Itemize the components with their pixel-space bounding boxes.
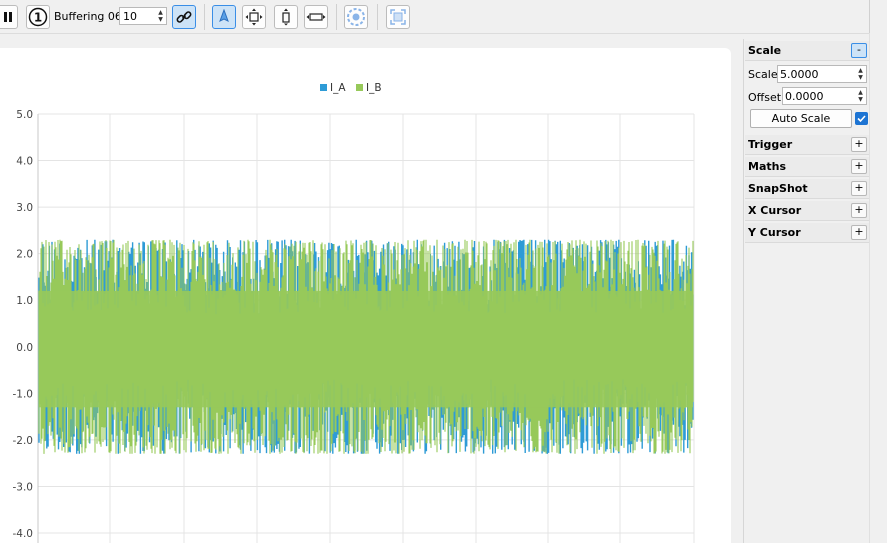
section-y-cursor[interactable]: Y Cursor + [745, 223, 869, 243]
expand-x-cursor-button[interactable]: + [851, 203, 867, 218]
buffering-label: Buffering 06/ [54, 10, 126, 23]
zoom-vertical-icon [282, 8, 290, 26]
stepper-up-icon[interactable]: ▲ [856, 67, 865, 74]
link-icon [176, 11, 192, 23]
section-title: Trigger [748, 138, 793, 151]
zoom-horizontal-icon [306, 13, 326, 21]
buffer-size-value: 10 [123, 10, 137, 23]
y-tick-label: -4.0 [13, 528, 34, 540]
link-button[interactable] [172, 5, 196, 29]
section-scale[interactable]: Scale - [745, 41, 869, 61]
offset-input[interactable]: 0.0000 ▲ ▼ [782, 87, 867, 105]
y-tick-label: 0.0 [16, 342, 33, 354]
stepper-up-icon[interactable]: ▲ [856, 89, 865, 96]
y-tick-label: -1.0 [13, 388, 34, 400]
stepper-down-icon[interactable]: ▼ [156, 16, 165, 23]
expand-y-cursor-button[interactable]: + [851, 225, 867, 240]
svg-text:1: 1 [34, 11, 42, 25]
stepper-up-icon[interactable]: ▲ [156, 9, 165, 16]
zoom-horizontal-button[interactable] [304, 5, 328, 29]
section-title: X Cursor [748, 204, 802, 217]
checkmark-icon [857, 115, 866, 123]
section-title: Y Cursor [748, 226, 801, 239]
y-tick-label: 3.0 [16, 202, 33, 214]
y-tick-label: 5.0 [16, 109, 33, 121]
zoom-all-button[interactable] [242, 5, 266, 29]
expand-trigger-button[interactable]: + [851, 137, 867, 152]
section-title: Maths [748, 160, 787, 173]
panel-divider[interactable] [743, 39, 744, 543]
scale-value: 5.0000 [780, 68, 819, 81]
legend-label: I_B [366, 82, 382, 94]
y-tick-label: 1.0 [16, 295, 33, 307]
expand-snapshot-button[interactable]: + [851, 181, 867, 196]
plot-series [38, 239, 694, 454]
fit-screen-button[interactable] [386, 5, 410, 29]
legend: I_A I_B [320, 82, 382, 94]
zoom-vertical-button[interactable] [274, 5, 298, 29]
section-x-cursor[interactable]: X Cursor + [745, 201, 869, 221]
stepper-down-icon[interactable]: ▼ [856, 74, 865, 81]
pause-button[interactable] [0, 5, 18, 29]
scale-label: Scale [748, 68, 778, 81]
toolbar-separator [377, 4, 378, 30]
record-button[interactable] [344, 5, 368, 29]
toolbar-scrollbar[interactable] [869, 0, 887, 33]
pointer-icon [219, 9, 229, 23]
y-tick-label: 4.0 [16, 156, 33, 168]
scale-stepper[interactable]: ▲ ▼ [856, 67, 865, 81]
settings-panel: Scale - Scale 5.0000 ▲ ▼ Offset 0.0000 ▲… [745, 41, 869, 543]
y-tick-label: -2.0 [13, 435, 34, 447]
legend-swatch [356, 84, 363, 91]
section-snapshot[interactable]: SnapShot + [745, 179, 869, 199]
single-trigger-icon: 1 [28, 7, 48, 27]
legend-swatch [320, 84, 327, 91]
y-tick-label: 2.0 [16, 249, 33, 261]
collapse-scale-button[interactable]: - [851, 43, 867, 58]
y-tick-label: -3.0 [13, 481, 34, 493]
section-maths[interactable]: Maths + [745, 157, 869, 177]
plot-panel[interactable]: 5.0 4.0 3.0 2.0 1.0 0.0 -1.0 -2.0 -3.0 -4.0 I_A I_… [0, 48, 731, 543]
plot-chart[interactable]: 5.04.03.02.01.00.0-1.0-2.0-3.0-4.0 I_A I_… [0, 48, 731, 543]
offset-value: 0.0000 [785, 90, 824, 103]
fit-screen-icon [390, 9, 406, 25]
auto-scale-button[interactable]: Auto Scale [750, 109, 852, 128]
y-axis: 5.0 4.0 3.0 2.0 1.0 0.0 -1.0 -2.0 -3.0 -4.0 [13, 109, 34, 540]
stepper-down-icon[interactable]: ▼ [856, 96, 865, 103]
toolbar: 1 Buffering 06/ 10 ▲ ▼ [0, 0, 887, 34]
pause-icon [4, 12, 12, 22]
pointer-mode-button[interactable] [212, 5, 236, 29]
scale-input[interactable]: 5.0000 ▲ ▼ [777, 65, 867, 83]
section-trigger[interactable]: Trigger + [745, 135, 869, 155]
expand-maths-button[interactable]: + [851, 159, 867, 174]
section-title: SnapShot [748, 182, 808, 195]
zoom-all-icon [245, 8, 263, 26]
series-band [39, 290, 693, 408]
offset-label: Offset [748, 91, 782, 104]
record-icon [347, 8, 365, 26]
section-title: Scale [748, 44, 782, 57]
stepper-arrows[interactable]: ▲ ▼ [156, 9, 165, 23]
toolbar-separator [336, 4, 337, 30]
auto-scale-checkbox[interactable] [855, 112, 868, 125]
panel-scrollbar[interactable] [869, 33, 887, 543]
toolbar-separator [204, 4, 205, 30]
buffer-size-stepper[interactable]: 10 ▲ ▼ [119, 7, 167, 25]
single-trigger-button[interactable]: 1 [26, 5, 50, 29]
offset-stepper[interactable]: ▲ ▼ [856, 89, 865, 103]
legend-label: I_A [330, 82, 346, 94]
